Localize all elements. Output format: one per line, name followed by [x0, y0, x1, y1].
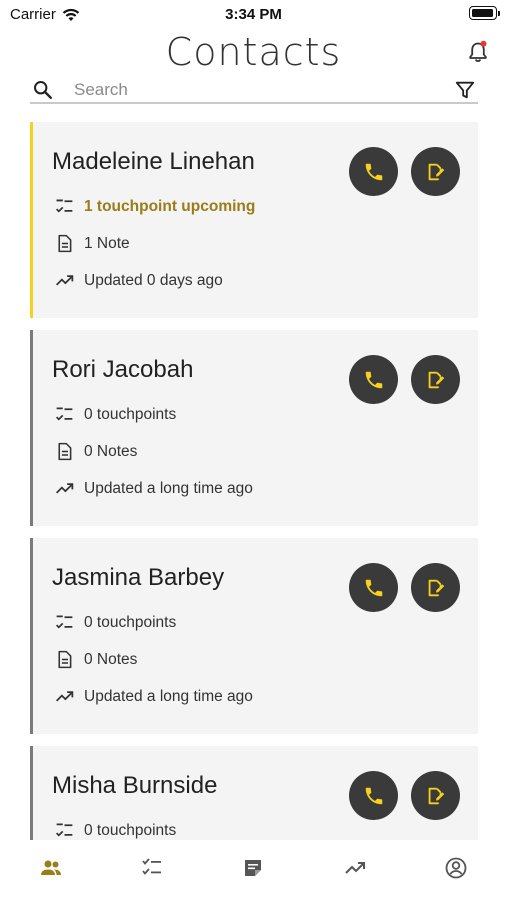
edit-contact-button[interactable]	[411, 771, 460, 820]
updated-text: Updated a long time ago	[84, 479, 253, 497]
notes-row: 0 Notes	[54, 441, 137, 462]
nav-contacts[interactable]	[21, 848, 81, 888]
edit-note-icon	[428, 787, 444, 804]
notification-dot	[480, 40, 487, 47]
updated-row: Updated 0 days ago	[54, 270, 223, 291]
filter-icon[interactable]	[454, 79, 476, 101]
trending-up-icon	[56, 275, 74, 286]
contact-name: Misha Burnside	[52, 772, 218, 799]
edit-note-icon	[428, 579, 444, 596]
notes-row: 0 Notes	[54, 649, 137, 670]
updated-text: Updated a long time ago	[84, 687, 253, 705]
contact-name: Madeleine Linehan	[52, 148, 255, 175]
contact-name: Jasmina Barbey	[52, 564, 225, 591]
edit-contact-button[interactable]	[411, 147, 460, 196]
contact-card[interactable]: Jasmina Barbey 0 touchpoints 0 Notes Upd…	[30, 538, 478, 734]
touchpoints-text: 0 touchpoints	[84, 405, 177, 423]
search-bar	[30, 76, 478, 104]
edit-note-icon	[428, 163, 444, 180]
nav-trending[interactable]	[325, 848, 385, 888]
touchpoints-row: 0 touchpoints	[54, 404, 176, 425]
note-icon	[58, 442, 72, 461]
nav-account[interactable]	[426, 848, 486, 888]
contact-card[interactable]: Misha Burnside 0 touchpoints	[30, 746, 478, 840]
account-icon	[445, 857, 467, 879]
phone-icon	[365, 371, 382, 388]
notes-text: 0 Notes	[84, 442, 138, 460]
clock: 3:34 PM	[225, 6, 282, 23]
contact-name: Rori Jacobah	[52, 356, 194, 383]
touchpoints-row: 1 touchpoint upcoming	[54, 196, 255, 217]
page-title: Contacts	[165, 30, 342, 74]
contacts-icon	[40, 860, 61, 875]
phone-icon	[365, 787, 382, 804]
search-icon	[34, 81, 52, 99]
touchpoints-text: 0 touchpoints	[84, 613, 177, 631]
touchpoints-row: 0 touchpoints	[54, 820, 176, 840]
phone-icon	[365, 163, 382, 180]
notes-row: 1 Note	[54, 233, 130, 254]
touchpoints-text: 1 touchpoint upcoming	[84, 197, 256, 215]
search-input[interactable]	[74, 78, 434, 102]
contact-list: Madeleine Linehan 1 touchpoint upcoming …	[30, 122, 478, 840]
checklist-icon	[56, 199, 73, 213]
notes-icon	[245, 860, 262, 876]
status-bar: Carrier 3:34 PM	[0, 0, 507, 28]
call-button[interactable]	[349, 147, 398, 196]
note-icon	[58, 650, 72, 669]
checklist-icon	[56, 823, 73, 837]
touchpoints-text: 0 touchpoints	[84, 821, 177, 839]
contact-card[interactable]: Rori Jacobah 0 touchpoints 0 Notes Updat…	[30, 330, 478, 526]
updated-row: Updated a long time ago	[54, 478, 253, 499]
notes-text: 0 Notes	[84, 650, 138, 668]
nav-touchpoints[interactable]	[122, 848, 182, 888]
trending-icon	[345, 862, 365, 874]
note-icon	[58, 234, 72, 253]
nav-notes[interactable]	[223, 848, 283, 888]
updated-row: Updated a long time ago	[54, 686, 253, 707]
bottom-nav	[0, 840, 507, 900]
call-button[interactable]	[349, 355, 398, 404]
call-button[interactable]	[349, 771, 398, 820]
notifications-button[interactable]	[467, 40, 489, 64]
call-button[interactable]	[349, 563, 398, 612]
edit-contact-button[interactable]	[411, 563, 460, 612]
touchpoints-row: 0 touchpoints	[54, 612, 176, 633]
battery-icon	[469, 6, 500, 20]
phone-icon	[365, 579, 382, 596]
notes-text: 1 Note	[84, 234, 130, 252]
checklist-icon	[56, 615, 73, 629]
edit-contact-button[interactable]	[411, 355, 460, 404]
trending-up-icon	[56, 483, 74, 494]
bell-icon	[469, 40, 487, 62]
checklist-icon	[56, 407, 73, 421]
contact-card[interactable]: Madeleine Linehan 1 touchpoint upcoming …	[30, 122, 478, 318]
edit-note-icon	[428, 371, 444, 388]
trending-up-icon	[56, 691, 74, 702]
updated-text: Updated 0 days ago	[84, 271, 223, 289]
checklist-icon	[142, 858, 162, 875]
